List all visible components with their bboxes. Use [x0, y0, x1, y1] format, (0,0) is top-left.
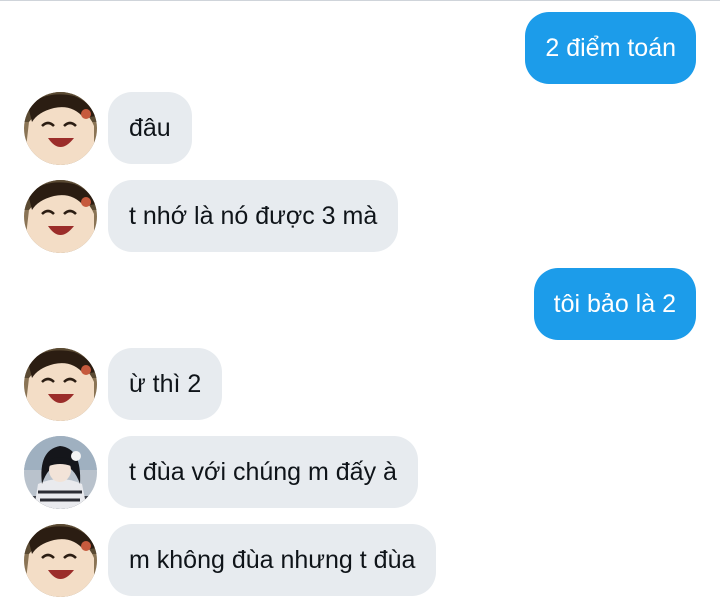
incoming-message[interactable]: m không đùa nhưng t đùa	[108, 524, 437, 596]
incoming-message[interactable]: đâu	[108, 92, 192, 164]
incoming-message[interactable]: t nhớ là nó được 3 mà	[108, 180, 399, 252]
outgoing-message[interactable]: tôi bảo là 2	[533, 268, 696, 340]
top-border	[0, 0, 720, 1]
avatar-dark-hair-character[interactable]	[24, 436, 97, 509]
avatar-boy-laughing[interactable]	[24, 180, 97, 253]
incoming-message[interactable]: t đùa với chúng m đấy à	[108, 436, 418, 508]
avatar-boy-laughing[interactable]	[24, 348, 97, 421]
incoming-message[interactable]: ừ thì 2	[108, 348, 223, 420]
outgoing-message[interactable]: 2 điểm toán	[525, 12, 696, 84]
avatar-boy-laughing[interactable]	[24, 524, 97, 597]
avatar-boy-laughing[interactable]	[24, 92, 97, 165]
